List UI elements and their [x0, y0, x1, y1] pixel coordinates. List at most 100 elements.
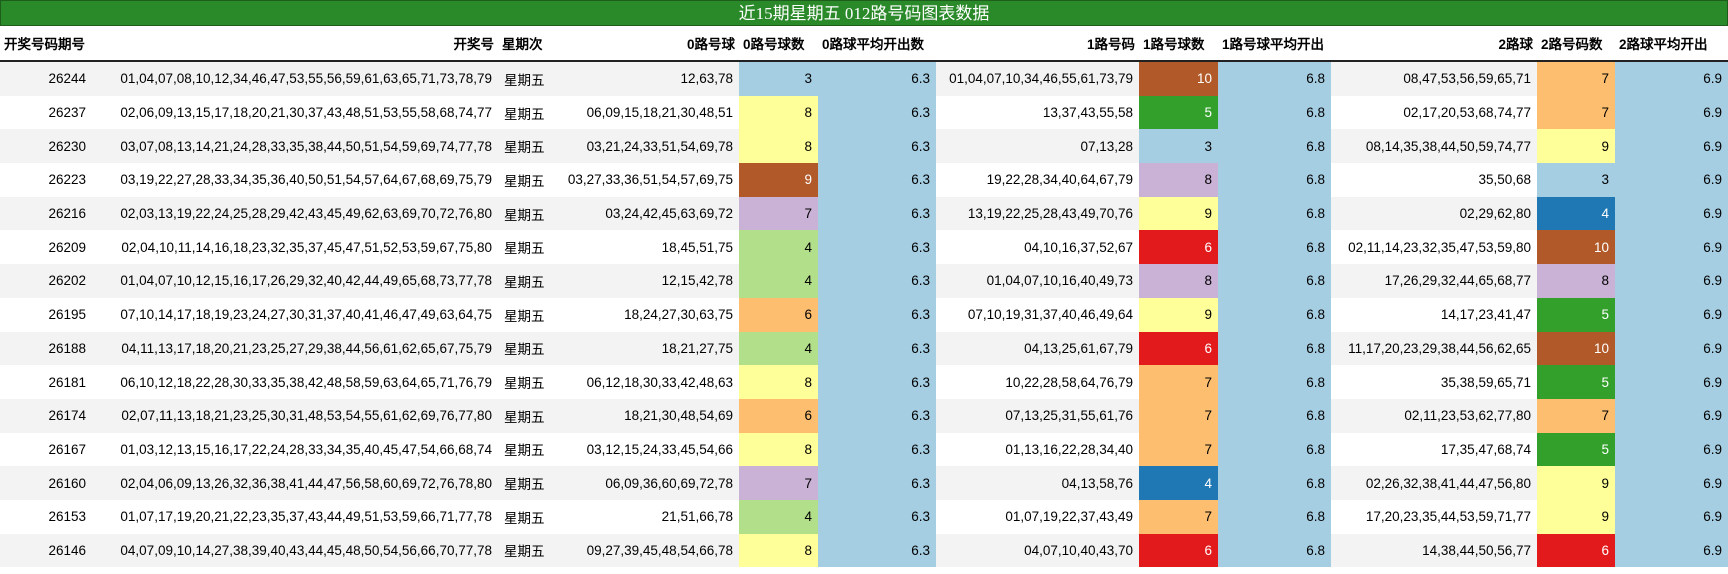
- cell-route1-average: 6.8: [1218, 129, 1331, 164]
- cell-route2-numbers: 02,17,20,53,68,74,77: [1331, 95, 1537, 130]
- cell-route2-numbers: 17,26,29,32,44,65,68,77: [1331, 264, 1537, 298]
- cell-weekday: 星期五: [498, 398, 554, 433]
- header-route0-numbers: 0路号球: [554, 26, 739, 62]
- cell-route1-numbers: 01,13,16,22,28,34,40: [936, 432, 1139, 467]
- header-route2-numbers: 2路球: [1331, 26, 1537, 62]
- table-row: 26167 01,03,12,13,15,16,17,22,24,28,33,34…: [0, 432, 1728, 467]
- cell-weekday: 星期五: [498, 297, 554, 332]
- cell-draw-numbers: 01,04,07,08,10,12,34,46,47,53,55,56,59,6…: [92, 61, 498, 96]
- cell-weekday: 星期五: [498, 432, 554, 467]
- cell-route0-average: 6.3: [818, 331, 936, 366]
- cell-route1-count: 4: [1139, 466, 1218, 500]
- cell-route2-numbers: 11,17,20,23,29,38,44,56,62,65: [1331, 331, 1537, 366]
- cell-route0-average: 6.3: [818, 499, 936, 534]
- cell-route1-average: 6.8: [1218, 264, 1331, 298]
- table-row: 26216 02,03,13,19,22,24,25,28,29,42,43,45…: [0, 196, 1728, 231]
- cell-route2-average: 6.9: [1615, 398, 1728, 433]
- cell-route1-count: 5: [1139, 95, 1218, 130]
- cell-draw-numbers: 04,11,13,17,18,20,21,23,25,27,29,38,44,5…: [92, 331, 498, 366]
- cell-route2-count: 6: [1537, 533, 1615, 568]
- cell-route1-average: 6.8: [1218, 432, 1331, 467]
- cell-route0-count: 8: [739, 432, 818, 467]
- cell-route0-average: 6.3: [818, 466, 936, 500]
- cell-route2-average: 6.9: [1615, 264, 1728, 298]
- table-row: 26174 02,07,11,13,18,21,23,25,30,31,48,53…: [0, 398, 1728, 433]
- cell-issue: 26237: [0, 95, 92, 130]
- cell-draw-numbers: 03,19,22,27,28,33,34,35,36,40,50,51,54,5…: [92, 163, 498, 197]
- cell-issue: 26153: [0, 499, 92, 534]
- cell-route2-average: 6.9: [1615, 466, 1728, 500]
- cell-route2-average: 6.9: [1615, 499, 1728, 534]
- cell-route1-average: 6.8: [1218, 331, 1331, 366]
- cell-issue: 26223: [0, 163, 92, 197]
- cell-route1-count: 10: [1139, 61, 1218, 96]
- cell-issue: 26195: [0, 297, 92, 332]
- cell-route0-numbers: 18,21,27,75: [554, 331, 739, 366]
- cell-route1-numbers: 04,10,16,37,52,67: [936, 230, 1139, 265]
- table-row: 26195 07,10,14,17,18,19,23,24,27,30,31,37…: [0, 297, 1728, 332]
- cell-issue: 26174: [0, 398, 92, 433]
- cell-route2-numbers: 35,38,59,65,71: [1331, 365, 1537, 399]
- cell-route1-average: 6.8: [1218, 398, 1331, 433]
- cell-route0-count: 9: [739, 163, 818, 197]
- header-numbers: 开奖号: [92, 26, 498, 62]
- cell-route1-numbers: 07,13,25,31,55,61,76: [936, 398, 1139, 433]
- cell-route1-numbers: 04,07,10,40,43,70: [936, 533, 1139, 568]
- cell-route0-numbers: 21,51,66,78: [554, 499, 739, 534]
- cell-draw-numbers: 07,10,14,17,18,19,23,24,27,30,31,37,40,4…: [92, 297, 498, 332]
- cell-route1-average: 6.8: [1218, 196, 1331, 231]
- cell-route2-numbers: 17,35,47,68,74: [1331, 432, 1537, 467]
- cell-route1-count: 9: [1139, 297, 1218, 332]
- cell-issue: 26209: [0, 230, 92, 265]
- cell-route2-count: 8: [1537, 264, 1615, 298]
- cell-route0-numbers: 06,09,36,60,69,72,78: [554, 466, 739, 500]
- table-row: 26209 02,04,10,11,14,16,18,23,32,35,37,45…: [0, 230, 1728, 265]
- cell-draw-numbers: 02,06,09,13,15,17,18,20,21,30,37,43,48,5…: [92, 95, 498, 130]
- cell-route2-numbers: 02,29,62,80: [1331, 196, 1537, 231]
- cell-route1-numbers: 07,13,28: [936, 129, 1139, 164]
- cell-route2-average: 6.9: [1615, 331, 1728, 366]
- cell-route1-average: 6.8: [1218, 533, 1331, 568]
- header-row: 开奖号码期号 开奖号 星期次 0路号球 0路号球数 0路球平均开出数 1路号码 …: [0, 26, 1728, 62]
- cell-issue: 26216: [0, 196, 92, 231]
- cell-route1-count: 6: [1139, 331, 1218, 366]
- cell-route1-count: 7: [1139, 432, 1218, 467]
- cell-route0-numbers: 18,45,51,75: [554, 230, 739, 265]
- cell-draw-numbers: 03,07,08,13,14,21,24,28,33,35,38,44,50,5…: [92, 129, 498, 164]
- table-row: 26160 02,04,06,09,13,26,32,36,38,41,44,47…: [0, 466, 1728, 500]
- data-table: 开奖号码期号 开奖号 星期次 0路号球 0路号球数 0路球平均开出数 1路号码 …: [0, 26, 1728, 568]
- cell-draw-numbers: 04,07,09,10,14,27,38,39,40,43,44,45,48,5…: [92, 533, 498, 568]
- header-route2-average: 2路球平均开出: [1615, 26, 1728, 62]
- table-row: 26181 06,10,12,18,22,28,30,33,35,38,42,48…: [0, 365, 1728, 399]
- table-row: 26244 01,04,07,08,10,12,34,46,47,53,55,56…: [0, 61, 1728, 96]
- cell-route1-numbers: 04,13,58,76: [936, 466, 1139, 500]
- cell-route0-count: 8: [739, 533, 818, 568]
- cell-route1-count: 3: [1139, 129, 1218, 164]
- header-weekday: 星期次: [498, 26, 554, 62]
- table-row: 26223 03,19,22,27,28,33,34,35,36,40,50,51…: [0, 163, 1728, 197]
- cell-route1-numbers: 10,22,28,58,64,76,79: [936, 365, 1139, 399]
- table-row: 26146 04,07,09,10,14,27,38,39,40,43,44,45…: [0, 533, 1728, 568]
- cell-route1-numbers: 04,13,25,61,67,79: [936, 331, 1139, 366]
- cell-route2-count: 4: [1537, 196, 1615, 231]
- cell-route0-numbers: 03,21,24,33,51,54,69,78: [554, 129, 739, 164]
- cell-weekday: 星期五: [498, 365, 554, 399]
- cell-route0-count: 8: [739, 95, 818, 130]
- table-title: 近15期星期五 012路号码图表数据: [0, 0, 1728, 26]
- cell-route0-count: 6: [739, 398, 818, 433]
- cell-route1-numbers: 01,07,19,22,37,43,49: [936, 499, 1139, 534]
- cell-route1-count: 7: [1139, 398, 1218, 433]
- cell-route0-average: 6.3: [818, 398, 936, 433]
- cell-route2-average: 6.9: [1615, 129, 1728, 164]
- cell-route1-count: 7: [1139, 499, 1218, 534]
- cell-route1-numbers: 19,22,28,34,40,64,67,79: [936, 163, 1139, 197]
- cell-route2-numbers: 14,38,44,50,56,77: [1331, 533, 1537, 568]
- cell-route2-numbers: 02,11,14,23,32,35,47,53,59,80: [1331, 230, 1537, 265]
- cell-route0-count: 4: [739, 499, 818, 534]
- cell-route1-count: 7: [1139, 365, 1218, 399]
- cell-route2-count: 10: [1537, 331, 1615, 366]
- cell-route1-count: 9: [1139, 196, 1218, 231]
- cell-route1-average: 6.8: [1218, 499, 1331, 534]
- cell-route2-count: 5: [1537, 297, 1615, 332]
- cell-issue: 26146: [0, 533, 92, 568]
